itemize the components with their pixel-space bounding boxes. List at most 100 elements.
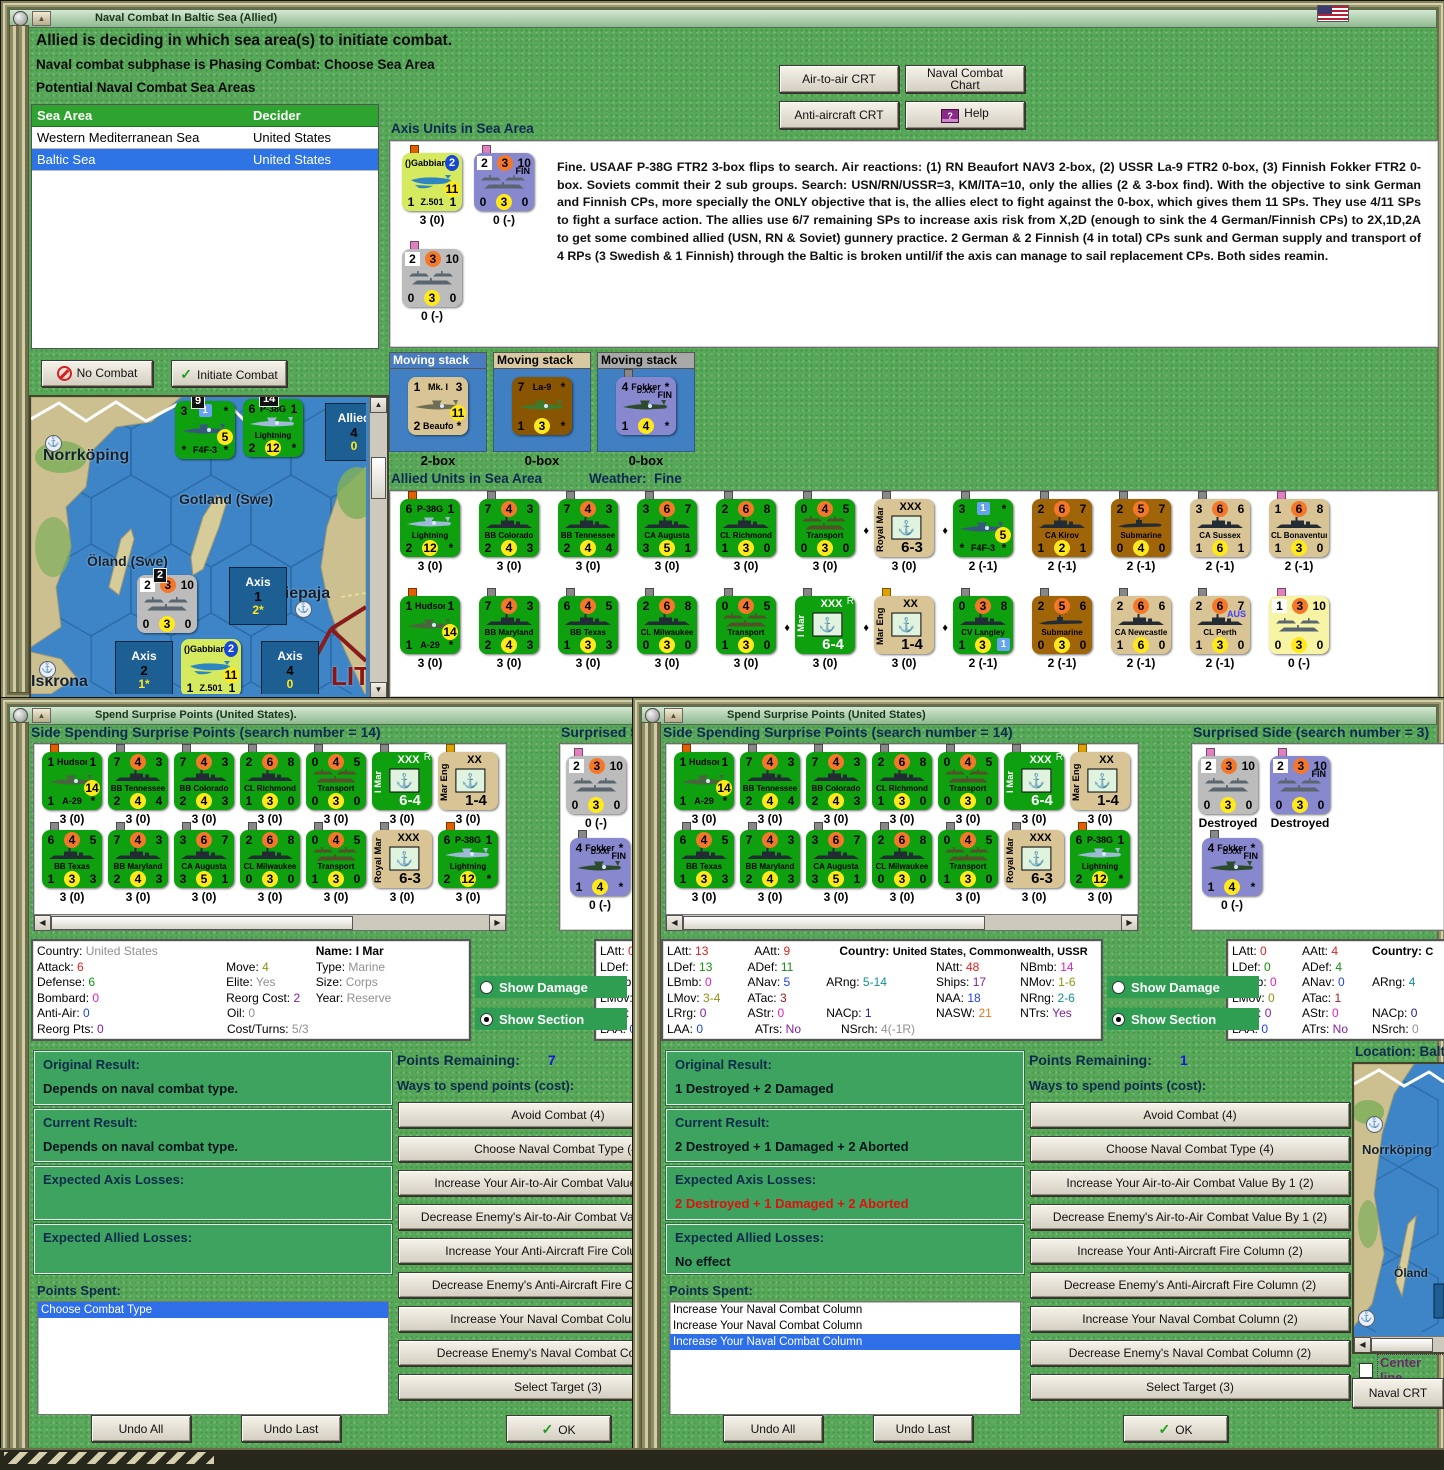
points-spent-item[interactable]: Choose Combat Type xyxy=(38,1302,388,1318)
spend-button-4[interactable]: Increase Your Anti-Aircraft Fire Column … xyxy=(398,1238,661,1264)
spend-button-8[interactable]: Select Target (3) xyxy=(1030,1374,1350,1400)
undo-all-button[interactable]: Undo All xyxy=(91,1415,191,1442)
unit-transport_b[interactable]: 045Transport1303 (0)♦ xyxy=(306,822,380,904)
unit-cl_milwaukee[interactable]: 2 6 8 CL Milwaukee 0 3 0 3 (0) xyxy=(872,822,932,904)
unit-fin_ships[interactable]: 2 3 10 FIN 0 3 0 Destroyed xyxy=(1270,748,1330,830)
unit-bb_tennessee[interactable]: 7 4 3 BB Tennessee 2 4 4 3 (0) xyxy=(108,744,168,826)
spend-button-5[interactable]: Decrease Enemy's Anti-Aircraft Fire Colu… xyxy=(1030,1272,1350,1298)
unit-ca_sussex[interactable]: 3 6 6 CA Sussex 1 6 1 2 (-1) xyxy=(1190,491,1250,573)
initiate-combat-button[interactable]: ✓ Initiate Combat xyxy=(171,360,287,387)
unit-ca_kirov[interactable]: 2 6 7 CA Kirov 1 2 1 2 (-1) xyxy=(1032,491,1092,573)
unit-hudson[interactable]: 1Hudson1141A-29*3 (0) xyxy=(400,588,460,670)
map-unit-lightning[interactable]: 14 6 P-38G 1 Lightning 2 12 * xyxy=(243,397,303,457)
unit-fin_ships[interactable]: 2 3 10 FIN 0 3 0 0 (-) xyxy=(474,145,534,227)
unit-la9[interactable]: 7 La-9 * 1 3 * xyxy=(512,369,572,451)
unit-lightning[interactable]: 6 P-38G 1 Lightning 2 12 * 3 (0) xyxy=(438,822,498,904)
scroll-left-icon[interactable]: ◀ xyxy=(34,915,51,931)
unit-cl_milwaukee[interactable]: 2 6 8 CL Milwaukee 0 3 0 3 (0) xyxy=(240,822,300,904)
unit-royal_mar[interactable]: Royal Mar XXX ⚓ 6-3 3 (0) ♦ xyxy=(874,491,948,573)
unit-i_mar[interactable]: I MarXXXR ⚓6-43 (0)♦ xyxy=(372,744,446,826)
scroll-down-icon[interactable]: ▼ xyxy=(370,682,387,698)
scroll-right-icon[interactable]: ▶ xyxy=(1121,915,1138,931)
unit-transport_a[interactable]: 045Transport030 3 (0) ♦ xyxy=(795,491,869,573)
unit-fokker[interactable]: 4 Fokker * FIN D.XXI 1 4 * 0 (-) xyxy=(1202,830,1262,912)
undo-all-button[interactable]: Undo All xyxy=(723,1415,823,1442)
side-activity-box[interactable]: Axis 1 2* xyxy=(229,567,287,625)
sea-area-row[interactable]: Baltic Sea United States xyxy=(32,149,378,171)
unit-cl_perth[interactable]: 2 6 7 AUS CL Perth 1 3 0 2 (-1) xyxy=(1190,588,1250,670)
unit-bb_tennessee[interactable]: 7 4 3 BB Tennessee 2 4 4 3 (0) xyxy=(558,491,618,573)
unit-ca_augusta[interactable]: 3 6 7 CA Augusta 3 5 1 3 (0) xyxy=(806,822,866,904)
unit-bb_texas[interactable]: 6 4 5 BB Texas 1 3 3 3 (0) xyxy=(42,822,102,904)
unit-ca_augusta[interactable]: 3 6 7 CA Augusta 3 5 1 3 (0) xyxy=(637,491,697,573)
titlebar-spend-surprise[interactable]: ▲ Spend Surprise Points (United States) xyxy=(641,706,1437,725)
window-collapse-icon[interactable]: ▲ xyxy=(32,11,51,26)
unit-fokker[interactable]: 4 Fokker * FIN D.XXI 1 4 * xyxy=(616,369,676,451)
unit-bb_maryland[interactable]: 7 4 3 BB Maryland 2 4 3 3 (0) xyxy=(740,822,800,904)
unit-cl_richmond[interactable]: 2 6 8 CL Richmond 1 3 0 3 (0) xyxy=(872,744,932,826)
spend-button-0[interactable]: Avoid Combat (4) xyxy=(398,1102,661,1128)
scroll-right-icon[interactable]: ▶ xyxy=(489,915,506,931)
naval-combat-chart-button[interactable]: Naval Combat Chart xyxy=(905,65,1025,93)
undo-last-button[interactable]: Undo Last xyxy=(873,1415,973,1442)
ok-button[interactable]: ✓ OK xyxy=(506,1415,611,1442)
side-activity-box[interactable]: Axis 4 0 xyxy=(261,641,319,694)
no-combat-button[interactable]: No Combat xyxy=(41,360,153,387)
help-button[interactable]: ? Help xyxy=(905,101,1025,129)
window-knob-icon[interactable] xyxy=(645,708,660,723)
unit-cp_yellow[interactable]: 1 3 10 0 3 0 0 (-) xyxy=(1269,588,1329,670)
unit-cl_richmond[interactable]: 2 6 8 CL Richmond 1 3 0 3 (0) xyxy=(240,744,300,826)
unit-gray_ships[interactable]: 2 3 10 0 3 0 Destroyed xyxy=(1198,748,1258,830)
spend-button-1[interactable]: Choose Naval Combat Type (4) xyxy=(1030,1136,1350,1162)
unit-ca_augusta[interactable]: 3 6 7 CA Augusta 3 5 1 3 (0) xyxy=(174,822,234,904)
spend-button-1[interactable]: Choose Naval Combat Type (4) xyxy=(398,1136,661,1162)
unit-cl_milwaukee[interactable]: 2 6 8 CL Milwaukee 0 3 0 3 (0) xyxy=(637,588,697,670)
titlebar-naval-combat[interactable]: ▲ Naval Combat In Baltic Sea (Allied) xyxy=(9,9,1437,28)
titlebar-spend-surprise[interactable]: ▲ Spend Surprise Points (United States). xyxy=(9,706,653,725)
spend-button-7[interactable]: Decrease Enemy's Naval Combat Column (2) xyxy=(1030,1340,1350,1366)
unit-ca_newcastle[interactable]: 2 6 6 CA Newcastle 1 6 0 2 (-1) xyxy=(1111,588,1171,670)
unit-transport_b[interactable]: 045Transport1303 (0)♦ xyxy=(938,822,1012,904)
unit-beaufort[interactable]: 1Mk. I3112Beaufort* xyxy=(408,369,468,451)
scroll-left-icon[interactable]: ◀ xyxy=(1354,1337,1371,1352)
spend-button-0[interactable]: Avoid Combat (4) xyxy=(1030,1102,1350,1128)
unit-hudson[interactable]: 1Hudson1141A-29*3 (0) xyxy=(42,744,102,826)
unit-bb_maryland[interactable]: 7 4 3 BB Maryland 2 4 3 3 (0) xyxy=(479,588,539,670)
unit-royal_mar[interactable]: Royal Mar XXX ⚓ 6-3 3 (0) xyxy=(1004,822,1064,904)
unit-lightning[interactable]: 6 P-38G 1 Lightning 2 12 * 3 (0) xyxy=(1070,822,1130,904)
unit-mar_eng[interactable]: Mar Eng XX ⚓ 1-4 3 (0) xyxy=(1070,744,1130,826)
points-spent-item[interactable]: Increase Your Naval Combat Column xyxy=(670,1302,1020,1318)
radio-show-section[interactable]: Show Section xyxy=(1107,1008,1259,1030)
unit-sub_b[interactable]: 2 5 6 Submarine 0 3 0 2 (-1) xyxy=(1032,588,1092,670)
unit-i_mar[interactable]: I MarXXXR ⚓6-43 (0)♦ xyxy=(795,588,869,670)
unit-f4f3[interactable]: 3 1 * 5 * F4F-3 * 2 (-1) xyxy=(953,491,1013,573)
unit-bb_tennessee[interactable]: 7 4 3 BB Tennessee 2 4 4 3 (0) xyxy=(740,744,800,826)
units-horizontal-scrollbar[interactable]: ◀ ▶ xyxy=(666,914,1138,931)
spend-button-4[interactable]: Increase Your Anti-Aircraft Fire Column … xyxy=(1030,1238,1350,1264)
unit-fokker[interactable]: 4 Fokker * FIN D.XXI 1 4 * 0 (-) xyxy=(570,830,630,912)
map-vertical-scrollbar[interactable]: ▲ ▼ xyxy=(369,397,387,698)
unit-mar_eng[interactable]: Mar Eng XX ⚓ 1-4 3 (0) ♦ xyxy=(874,588,948,670)
mini-map-scrollbar[interactable]: ◀ xyxy=(1354,1336,1444,1352)
radio-show-section[interactable]: Show Section xyxy=(475,1008,627,1030)
points-spent-item[interactable]: Increase Your Naval Combat Column xyxy=(670,1318,1020,1334)
radio-show-damage[interactable]: Show Damage xyxy=(475,976,627,998)
points-spent-list[interactable]: Increase Your Naval Combat Column Increas… xyxy=(669,1301,1021,1415)
unit-transport_b[interactable]: 045Transport1303 (0)♦ xyxy=(716,588,790,670)
spend-button-3[interactable]: Decrease Enemy's Air-to-Air Combat Value… xyxy=(1030,1204,1350,1230)
window-collapse-icon[interactable]: ▲ xyxy=(32,708,51,723)
unit-mar_eng[interactable]: Mar Eng XX ⚓ 1-4 3 (0) xyxy=(438,744,498,826)
units-horizontal-scrollbar[interactable]: ◀ ▶ xyxy=(34,914,506,931)
moving-stack-0[interactable]: Moving stack 1Mk. I3112Beaufort* 2-box xyxy=(389,352,487,470)
spend-button-6[interactable]: Increase Your Naval Combat Column (2) xyxy=(1030,1306,1350,1332)
map-unit-gray_ships[interactable]: 2 2 3 10 0 3 0 xyxy=(137,568,197,633)
spend-button-3[interactable]: Decrease Enemy's Air-to-Air Combat Value… xyxy=(398,1204,661,1230)
spend-button-7[interactable]: Decrease Enemy's Naval Combat Column (2) xyxy=(398,1340,661,1366)
side-activity-box[interactable]: Allied40 xyxy=(325,403,366,461)
unit-cv_langley[interactable]: 0 3 8 CV Langley 1 3 1 2 (-1) xyxy=(953,588,1013,670)
points-spent-item[interactable]: Increase Your Naval Combat Column xyxy=(670,1334,1020,1350)
spend-button-8[interactable]: Select Target (3) xyxy=(398,1374,661,1400)
unit-gabbiano[interactable]: ()Gabbiano2111Z.5011 3 (0) xyxy=(402,145,462,227)
side-activity-box[interactable]: Axis 2 1* xyxy=(115,641,173,694)
unit-bb_colorado[interactable]: 7 4 3 BB Colorado 2 4 3 3 (0) xyxy=(806,744,866,826)
